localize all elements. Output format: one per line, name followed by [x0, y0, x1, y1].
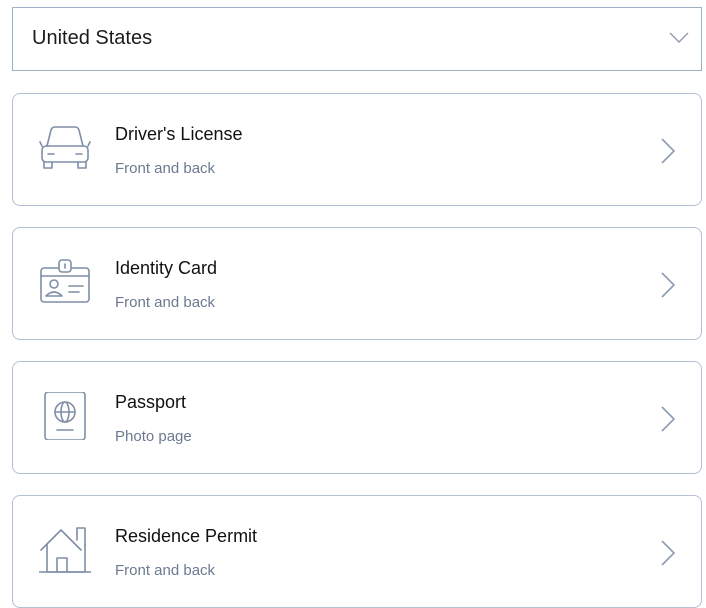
- document-option-residence-permit[interactable]: Residence Permit Front and back: [12, 495, 702, 608]
- chevron-right-icon: [661, 540, 675, 566]
- document-title: Passport: [115, 392, 187, 412]
- chevron-down-icon: [669, 32, 689, 43]
- country-select[interactable]: United States: [12, 7, 702, 71]
- document-title: Driver's License: [115, 124, 243, 144]
- document-title: Identity Card: [115, 258, 218, 278]
- document-subtitle: Front and back: [115, 160, 216, 177]
- document-subtitle: Front and back: [115, 562, 216, 579]
- document-title: Residence Permit: [115, 526, 258, 546]
- document-option-drivers-license[interactable]: Driver's License Front and back: [12, 93, 702, 206]
- chevron-right-icon: [661, 138, 675, 164]
- passport-icon: [44, 392, 86, 440]
- house-icon: [39, 527, 91, 573]
- chevron-right-icon: [661, 272, 675, 298]
- document-option-passport[interactable]: Passport Photo page: [12, 361, 702, 474]
- chevron-right-icon: [661, 406, 675, 432]
- car-icon: [39, 126, 91, 169]
- document-subtitle: Photo page: [115, 428, 192, 445]
- country-select-value: United States: [32, 27, 153, 49]
- document-subtitle: Front and back: [115, 294, 216, 311]
- document-option-identity-card[interactable]: Identity Card Front and back: [12, 227, 702, 340]
- id-card-icon: [40, 259, 90, 303]
